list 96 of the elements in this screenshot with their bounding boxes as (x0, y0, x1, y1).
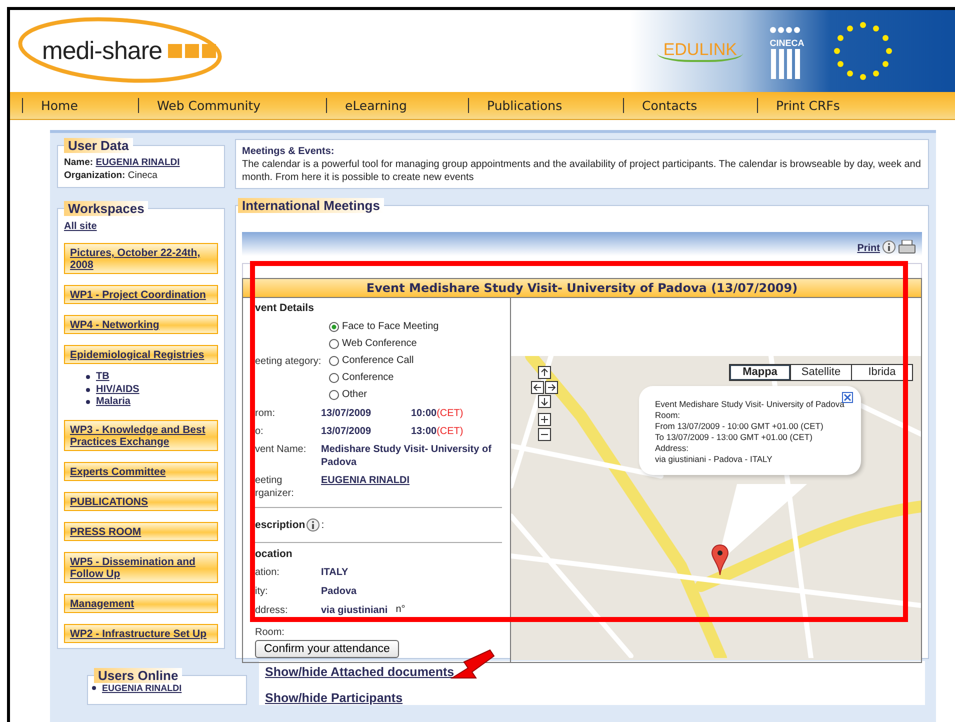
info-line: To 13/07/2009 - 13:00 GMT +01.00 (CET) (655, 432, 814, 443)
zoom-out-icon[interactable] (538, 428, 551, 441)
workspace-item[interactable]: WP1 - Project Coordination (64, 285, 218, 304)
event-title: Event Medishare Study Visit- University of Padova (13/07/2009) (243, 279, 921, 298)
radio-option[interactable]: Conference (329, 371, 439, 385)
radio-icon[interactable] (329, 373, 339, 383)
workspace-item[interactable]: Pictures, October 22-24th, 2008 (64, 243, 218, 274)
pan-down-icon[interactable] (538, 395, 551, 408)
radio-option[interactable]: Face to Face Meeting (329, 320, 439, 334)
confirm-attendance-button[interactable]: Confirm your attendance (255, 640, 399, 658)
date-value: 13/07/2009 (321, 407, 372, 420)
logo-text: medi-share (42, 36, 162, 66)
workspace-subitem[interactable]: Malaria (96, 396, 130, 408)
zoom-in-icon[interactable] (538, 413, 551, 426)
field-label: rom: (255, 407, 276, 420)
section-title: International Meetings (238, 198, 384, 213)
field-label: ation: (255, 566, 280, 579)
organization-line: Organization: Cineca (64, 169, 158, 182)
bullet-icon (86, 400, 90, 404)
info-line: Address: (655, 443, 690, 454)
radio-icon[interactable] (329, 356, 339, 366)
date-value: 13/07/2009 (321, 425, 372, 438)
field-label: ddress: (255, 604, 289, 617)
field-suffix: n° (396, 604, 406, 617)
pan-left-icon[interactable] (531, 381, 544, 394)
workspace-item[interactable]: PRESS ROOM (64, 522, 218, 540)
nav-link[interactable]: Print CRFs (757, 98, 917, 113)
section-heading: escription (255, 519, 306, 531)
colon-text: : (321, 519, 324, 531)
map-type-tab[interactable]: Ibrida (851, 365, 912, 380)
box-title: Workspaces (64, 201, 148, 216)
time-value: 13:00(CET) (411, 425, 464, 438)
workspace-subitem[interactable]: HIV/AIDS (96, 384, 140, 396)
workspace-subitem[interactable]: TB (96, 371, 110, 384)
time-value: 10:00(CET) (411, 407, 464, 420)
all-site-link[interactable]: All site (64, 221, 218, 232)
section-heading: ocation (255, 548, 294, 560)
intro-text: The calendar is a powerful tool for managing group appointments and the availability of project participants. The calendar is browseable by day, week and month. From here it is possible to create new events (242, 158, 922, 184)
info-icon (306, 518, 320, 532)
user-name-line: Name: EUGENIA RINALDI (64, 156, 181, 169)
info-icon (882, 240, 896, 254)
nav-link[interactable]: Publications (468, 98, 623, 113)
bullet-icon (86, 375, 90, 380)
field-label: Room: (255, 627, 284, 638)
nav-link[interactable]: Contacts (623, 98, 757, 113)
eu-stars-icon (831, 19, 895, 83)
field-label: eeting rganizer: (255, 474, 295, 500)
organizer-link[interactable]: EUGENIA RINALDI (321, 474, 410, 500)
edulink-logo: EDULINK (657, 40, 743, 62)
info-line: via giustiniani - Padova - ITALY (655, 454, 774, 465)
intro-title: Meetings & Events: (242, 145, 336, 158)
pan-up-icon[interactable] (538, 366, 551, 379)
workspace-item[interactable]: WP2 - Infrastructure Set Up (64, 624, 218, 642)
printer-icon[interactable] (898, 240, 916, 254)
workspace-item[interactable]: Experts Committee (64, 462, 218, 480)
logo-squares-icon (168, 44, 218, 58)
field-label: vent Name: (255, 443, 308, 457)
workspace-item[interactable]: Management (64, 594, 218, 612)
radio-option[interactable]: Other (329, 388, 439, 402)
radio-icon[interactable] (329, 322, 339, 332)
field-value: Medishare Study Visit- University of Padova (321, 443, 492, 469)
nav-link[interactable]: eLearning (326, 98, 468, 113)
bullet-icon (86, 388, 90, 392)
info-line: Event Medishare Study Visit- University of Padova (655, 399, 846, 410)
box-title: User Data (64, 138, 133, 153)
info-line: Room: (655, 410, 682, 421)
bullet-icon (92, 686, 96, 690)
field-label: eeting ategory: (255, 354, 322, 368)
workspace-item[interactable]: WP3 - Knowledge and Best Practices Exchange (64, 420, 218, 450)
box-title: Users Online (94, 668, 182, 683)
map-pin-icon (711, 544, 729, 576)
info-line: From 13/07/2009 - 10:00 GMT +01.00 (CET) (655, 421, 824, 432)
print-link[interactable]: Print (857, 243, 880, 254)
workspace-item[interactable]: WP4 - Networking (64, 315, 218, 334)
field-label: o: (255, 425, 264, 438)
workspace-item[interactable]: Epidemiological Registries (64, 345, 218, 364)
map-type-tab[interactable]: Satellite (790, 365, 851, 380)
online-user-link[interactable]: EUGENIA RINALDI (102, 683, 182, 693)
workspace-item[interactable]: WP5 - Dissemination and Follow Up (64, 552, 218, 582)
pan-right-icon[interactable] (545, 381, 558, 394)
section-heading: vent Details (255, 302, 315, 314)
nav-link[interactable]: Web Community (138, 98, 326, 113)
toggle-link[interactable]: Show/hide Participants (265, 691, 925, 705)
cineca-logo: CINECA (770, 38, 804, 48)
nav-link[interactable]: Home (22, 98, 138, 113)
field-label: ity: (255, 585, 269, 598)
field-value: ITALY (321, 566, 348, 579)
toggle-link[interactable]: Show/hide Attached documents (265, 665, 925, 679)
field-value: Padova (321, 585, 357, 598)
radio-option[interactable]: Conference Call (329, 354, 439, 368)
radio-icon[interactable] (329, 390, 339, 400)
field-value: via giustiniani (321, 604, 388, 617)
radio-icon[interactable] (329, 339, 339, 349)
radio-option[interactable]: Web Conference (329, 337, 439, 351)
workspace-item[interactable]: PUBLICATIONS (64, 492, 218, 510)
map-type-tab[interactable]: Mappa (730, 365, 790, 380)
